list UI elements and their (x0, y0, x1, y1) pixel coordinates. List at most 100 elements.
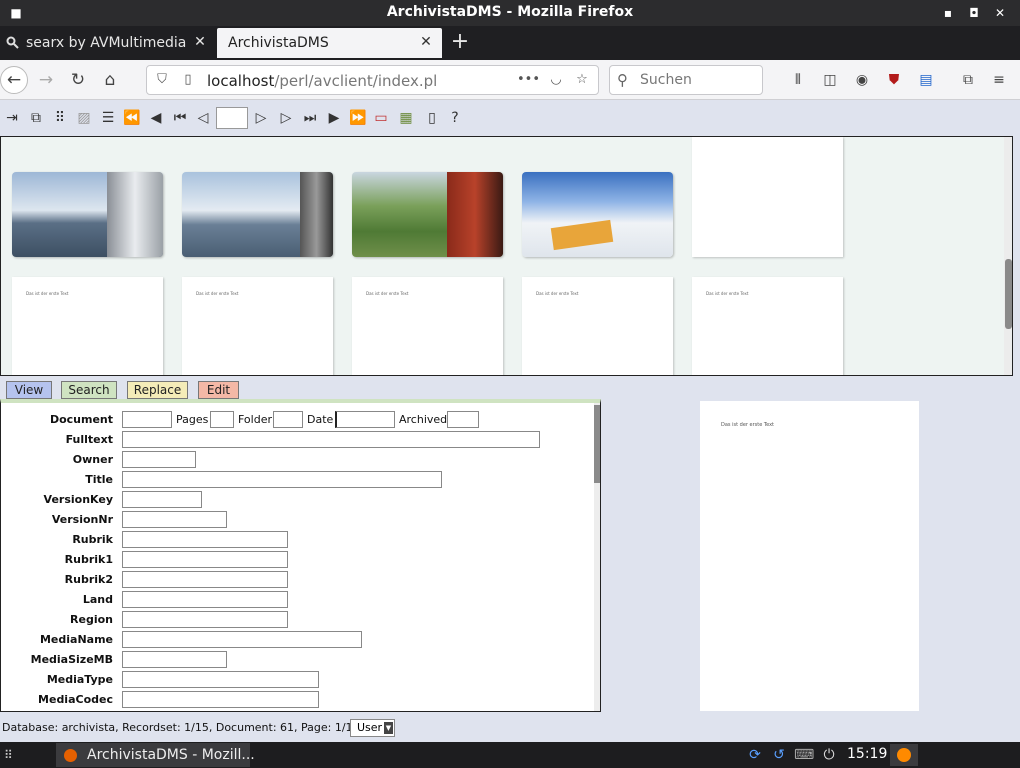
url-bar[interactable]: ⛉ ▯ localhost/perl/avclient/index.pl •••… (146, 65, 599, 95)
list-edit-icon[interactable]: ☰ (99, 109, 117, 127)
scrollbar-thumb[interactable] (1005, 259, 1012, 329)
help-button[interactable]: ? (446, 109, 464, 127)
grid-icon[interactable]: ⠿ (51, 109, 69, 127)
thumbnail-scrollbar[interactable] (1004, 137, 1012, 375)
search-box[interactable]: ⚲ Suchen (609, 65, 763, 95)
pocket-icon[interactable]: ◡ (547, 71, 565, 89)
medianame-input[interactable] (122, 631, 362, 648)
copy-icon[interactable]: ⧉ (27, 109, 45, 127)
last-page-icon[interactable]: ⏭ (301, 109, 319, 127)
minimize-icon[interactable]: ▪ (940, 5, 956, 21)
pages-input[interactable] (210, 411, 234, 428)
go-page-icon[interactable]: ▷ (252, 109, 270, 127)
sync-icon[interactable]: ↺ (769, 746, 789, 764)
page-number-input[interactable] (216, 107, 248, 129)
firefox-tray-icon[interactable] (890, 744, 918, 766)
home-button[interactable]: ⌂ (98, 68, 122, 92)
versionnr-input[interactable] (122, 511, 227, 528)
thumbnail-photo[interactable] (352, 172, 503, 257)
power-icon[interactable]: ⏻ (819, 746, 839, 764)
forward-button[interactable]: → (34, 68, 58, 92)
taskbar-label: ArchivistaDMS - Mozill... (87, 747, 255, 763)
owner-label: Owner (72, 453, 113, 466)
replace-button[interactable]: Replace (127, 381, 188, 399)
next-record-icon[interactable]: ▶ (325, 109, 343, 127)
hamburger-menu-icon[interactable]: ≡ (989, 70, 1009, 90)
tab-close-icon[interactable]: ✕ (418, 34, 434, 50)
document-input[interactable] (122, 411, 172, 428)
document-preview[interactable]: Das ist der erste Text (700, 401, 919, 711)
thumbnail-page[interactable]: Das ist der erste Text (692, 277, 843, 375)
rubrik1-input[interactable] (122, 551, 288, 568)
back-button[interactable]: ← (0, 66, 28, 94)
archived-input[interactable] (447, 411, 479, 428)
tab-archivista[interactable]: ArchivistaDMS ✕ (217, 28, 442, 58)
bookmark-star-icon[interactable]: ☆ (573, 71, 591, 89)
form-scrollbar[interactable] (594, 403, 600, 711)
app-menu-icon[interactable]: ⠿ (4, 748, 13, 762)
previous-record-icon[interactable]: ◀ (147, 109, 165, 127)
form-row: Rubrik1 (1, 550, 591, 570)
thumbnail-page[interactable] (692, 137, 843, 257)
scan-icon[interactable]: ▭ (372, 109, 390, 127)
date-input[interactable] (335, 411, 395, 428)
shield-icon[interactable]: ⛉ (153, 71, 171, 89)
edit-button[interactable]: Edit (198, 381, 239, 399)
mediacodec-input[interactable] (122, 691, 319, 708)
mobile-icon[interactable]: ▯ (423, 109, 441, 127)
clock: 15:19 (847, 746, 888, 762)
extension-icon[interactable]: ▤ (916, 70, 936, 90)
owner-input[interactable] (122, 451, 196, 468)
previous-page-icon[interactable]: ◁ (194, 109, 212, 127)
search-favicon-icon (6, 36, 19, 49)
thumbnail-page[interactable]: Das ist der erste Text (182, 277, 333, 375)
page-actions-icon[interactable]: ••• (517, 71, 540, 89)
mediasize-input[interactable] (122, 651, 227, 668)
rubrik-input[interactable] (122, 531, 288, 548)
mediatype-input[interactable] (122, 671, 319, 688)
region-input[interactable] (122, 611, 288, 628)
scrollbar-thumb[interactable] (594, 405, 600, 483)
close-window-icon[interactable]: ✕ (992, 5, 1008, 21)
page-info-icon[interactable]: ▯ (179, 71, 197, 89)
thumbnail-photo[interactable] (182, 172, 333, 257)
thumbnail-photo[interactable] (522, 172, 673, 257)
update-icon[interactable]: ⟳ (745, 746, 765, 764)
title-input[interactable] (122, 471, 442, 488)
account-icon[interactable]: ◉ (852, 70, 872, 90)
reload-button[interactable]: ↻ (66, 68, 90, 92)
library-icon[interactable]: ⫴ (788, 70, 808, 90)
first-page-icon[interactable]: ⏮ (171, 109, 189, 127)
next-page-icon[interactable]: ▷ (277, 109, 295, 127)
tab-label: searx by AVMultimedia (26, 35, 187, 51)
fulltext-input[interactable] (122, 431, 540, 448)
search-mode-button[interactable]: Search (61, 381, 117, 399)
url-text[interactable]: localhost/perl/avclient/index.pl (207, 72, 437, 90)
thumbnail-photo[interactable] (12, 172, 163, 257)
first-record-icon[interactable]: ⏪ (123, 109, 141, 127)
folder-input[interactable] (273, 411, 303, 428)
taskbar-firefox[interactable]: ArchivistaDMS - Mozill... (56, 743, 255, 767)
archived-label: Archived (399, 413, 448, 426)
view-button[interactable]: View (6, 381, 52, 399)
last-record-icon[interactable]: ⏩ (349, 109, 367, 127)
thumbnail-page[interactable]: Das ist der erste Text (352, 277, 503, 375)
rubrik2-input[interactable] (122, 571, 288, 588)
versionkey-input[interactable] (122, 491, 202, 508)
thumbnail-page[interactable]: Das ist der erste Text (522, 277, 673, 375)
image-icon[interactable]: ▨ (75, 109, 93, 127)
keyboard-icon[interactable]: ⌨ (794, 746, 814, 764)
form-select[interactable]: User ▼ (350, 719, 395, 737)
ublock-icon[interactable]: ⛊ (884, 70, 904, 90)
window-title: ArchivistaDMS - Mozilla Firefox (386, 4, 634, 20)
tab-searx[interactable]: searx by AVMultimedia ✕ (0, 28, 216, 58)
thumbnail-page[interactable]: Das ist der erste Text (12, 277, 163, 375)
archive-icon[interactable]: ▦ (397, 109, 415, 127)
tab-close-icon[interactable]: ✕ (192, 34, 208, 50)
land-input[interactable] (122, 591, 288, 608)
extensions-icon[interactable]: ⧉ (958, 70, 978, 90)
maximize-icon[interactable]: ◘ (966, 5, 982, 21)
sidebar-icon[interactable]: ◫ (820, 70, 840, 90)
new-tab-icon[interactable]: + (450, 30, 470, 54)
login-icon[interactable]: ⇥ (3, 109, 21, 127)
